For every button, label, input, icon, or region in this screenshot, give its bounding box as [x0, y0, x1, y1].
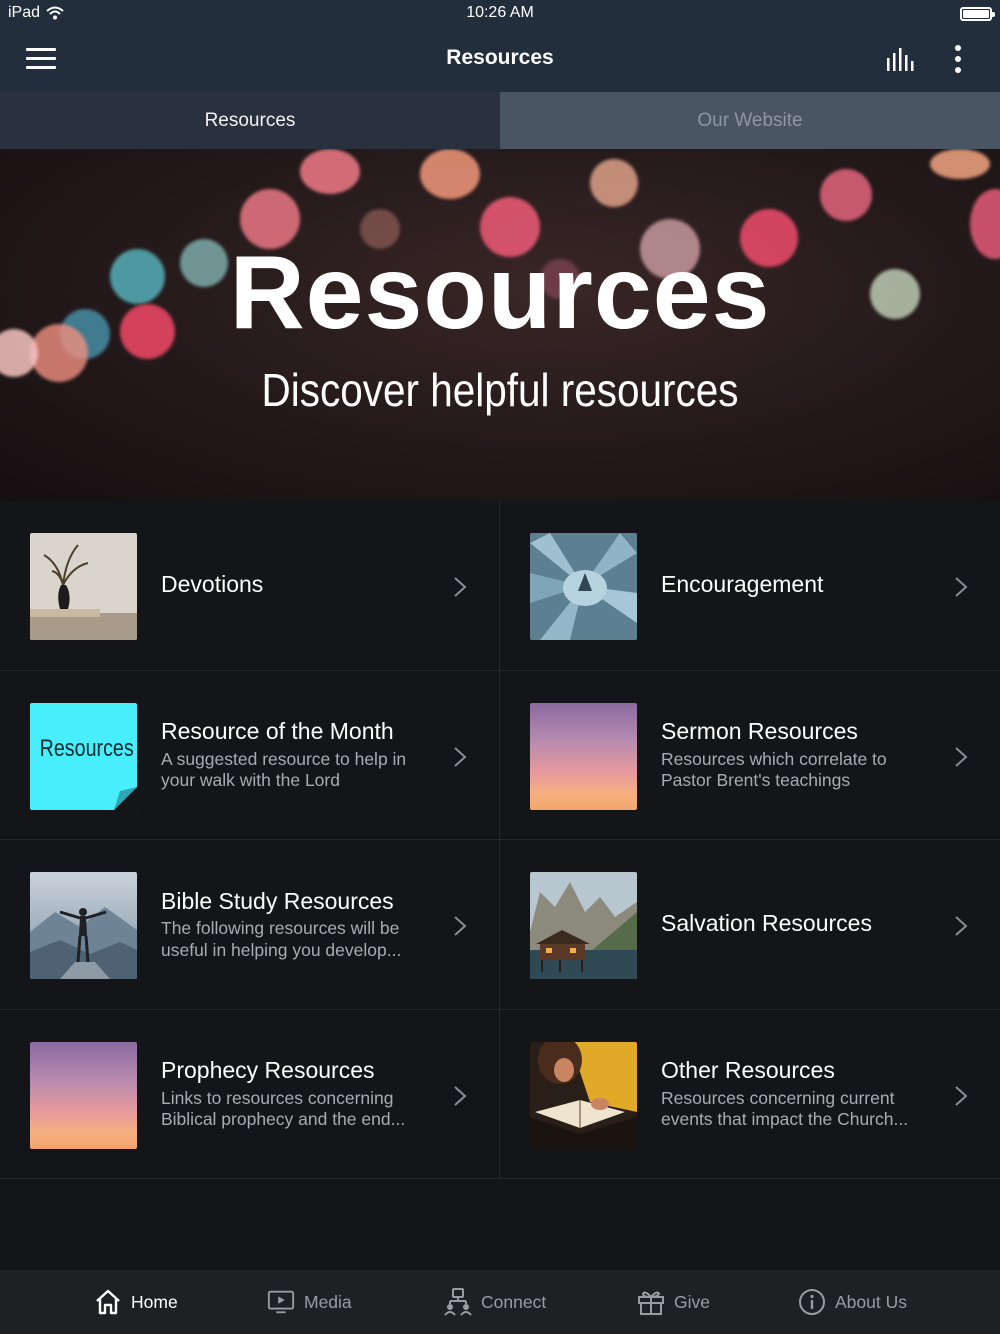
- tabbar-label: Home: [131, 1291, 178, 1312]
- chevron-right-icon: [955, 1085, 968, 1106]
- devotions-thumbnail: [30, 533, 137, 640]
- tabbar-label: About Us: [835, 1291, 907, 1312]
- tabbar-label: Give: [674, 1291, 710, 1312]
- resource-title: Encouragement: [661, 571, 824, 598]
- status-time: 10:26 AM: [466, 4, 534, 21]
- chevron-right-icon: [454, 916, 467, 936]
- tabbar-about-us[interactable]: About Us: [798, 1270, 907, 1334]
- resource-description: Resources concerning current events that…: [661, 1087, 909, 1130]
- encouragement-thumbnail: [530, 533, 637, 640]
- resource-item-salvation-resources[interactable]: Salvation Resources: [500, 840, 1000, 1010]
- resource-item-bible-study-resources[interactable]: Bible Study Resources The following reso…: [0, 840, 500, 1010]
- resource-grid: Devotions Encouragement Resources Resour…: [0, 501, 1000, 1179]
- tabbar-give[interactable]: Give: [637, 1270, 710, 1334]
- more-vertical-icon[interactable]: [946, 44, 970, 74]
- resource-item-prophecy-resources[interactable]: Prophecy Resources Links to resources co…: [0, 1009, 500, 1179]
- resource-title: Salvation Resources: [661, 910, 872, 937]
- tab-our-website[interactable]: Our Website: [500, 92, 1000, 149]
- resource-title: Sermon Resources: [661, 718, 858, 745]
- chevron-right-icon: [454, 577, 467, 597]
- resource-description: A suggested resource to help in your wal…: [161, 748, 407, 791]
- hero-subtitle: Discover helpful resources: [261, 364, 739, 416]
- status-bar: iPad 10:26 AM: [0, 0, 1000, 28]
- tab-resources[interactable]: Resources: [0, 92, 500, 149]
- chevron-right-icon: [454, 1085, 467, 1106]
- tabbar-label: Media: [304, 1291, 352, 1312]
- hero-title: Resources: [229, 235, 771, 351]
- resource-description: Links to resources concerning Biblical p…: [161, 1087, 406, 1130]
- chevron-right-icon: [955, 746, 968, 767]
- resource-item-other-resources[interactable]: Other Resources Resources concerning cur…: [500, 1010, 1000, 1179]
- prophecy-resources-thumbnail: [30, 1041, 137, 1149]
- salvation-resources-thumbnail: [530, 872, 637, 979]
- connect-people-icon: [444, 1288, 472, 1316]
- home-icon: [96, 1289, 120, 1315]
- hero-banner: Resources Discover helpful resources: [0, 149, 1000, 501]
- resource-item-encouragement[interactable]: Encouragement: [500, 501, 1000, 671]
- battery-icon: [960, 7, 995, 21]
- chevron-right-icon: [955, 916, 968, 936]
- resource-item-sermon-resources[interactable]: Sermon Resources Resources which correla…: [500, 671, 1000, 840]
- bottom-tab-bar: Home Media Connect Give About Us: [0, 1270, 1000, 1334]
- sermon-resources-thumbnail: [530, 702, 637, 810]
- info-icon: [799, 1289, 825, 1315]
- chevron-right-icon: [955, 577, 968, 597]
- resource-title: Other Resources: [661, 1057, 835, 1084]
- resource-title: Bible Study Resources: [161, 887, 394, 914]
- audio-bars-icon[interactable]: [884, 44, 918, 74]
- tabbar-media[interactable]: Media: [267, 1270, 352, 1334]
- bible-study-thumbnail: [30, 872, 137, 979]
- segment-tabs: Resources Our Website: [0, 92, 1000, 149]
- resource-of-month-thumbnail: Resources: [30, 702, 137, 810]
- tabbar-label: Connect: [481, 1291, 547, 1312]
- page-title: Resources: [446, 46, 554, 69]
- resource-title: Devotions: [161, 571, 264, 598]
- nav-bar: Resources: [0, 28, 1000, 92]
- resource-title: Resource of the Month: [161, 718, 394, 745]
- tabbar-home[interactable]: Home: [94, 1270, 178, 1334]
- tabbar-connect[interactable]: Connect: [444, 1270, 546, 1334]
- chevron-right-icon: [454, 746, 467, 767]
- other-resources-thumbnail: [530, 1041, 637, 1149]
- media-screen-icon: [267, 1290, 295, 1314]
- resource-description: Resources which correlate to Pastor Bren…: [661, 748, 887, 791]
- resource-description: The following resources will be useful i…: [161, 918, 402, 960]
- resource-item-devotions[interactable]: Devotions: [0, 501, 500, 671]
- resource-title: Prophecy Resources: [161, 1057, 375, 1084]
- resource-item-resource-of-the-month[interactable]: Resources Resource of the Month A sugges…: [0, 670, 500, 840]
- gift-icon: [638, 1291, 664, 1315]
